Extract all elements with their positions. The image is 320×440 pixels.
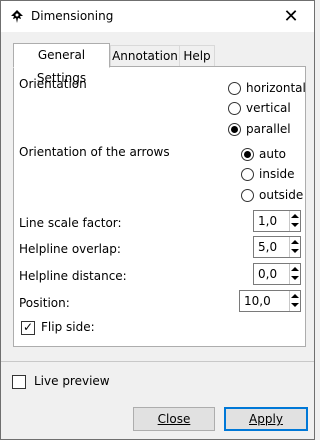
live-preview-checkbox[interactable]	[12, 375, 26, 389]
helpline-overlap-label: Helpline overlap:	[19, 242, 121, 256]
helpline-distance-spinbox[interactable]: 0,0	[253, 263, 301, 285]
apply-button[interactable]: Apply	[224, 407, 308, 431]
radio-inside-label[interactable]: inside	[259, 167, 295, 181]
line-scale-label: Line scale factor:	[19, 216, 122, 230]
checkmark-icon: ✓	[23, 320, 34, 334]
helpline-distance-label: Helpline distance:	[19, 269, 127, 283]
spin-up-arrow-icon[interactable]	[291, 240, 299, 244]
arrows-orientation-label: Orientation of the arrows	[19, 145, 170, 159]
helpline-distance-value[interactable]: 0,0	[258, 267, 277, 281]
tab-general-settings[interactable]: General Settings	[13, 43, 110, 85]
helpline-distance-spin-buttons[interactable]	[289, 264, 300, 284]
helpline-overlap-spin-buttons[interactable]	[289, 237, 300, 257]
position-value[interactable]: 10,0	[244, 294, 271, 308]
dialog-window: Dimensioning ✕ General Settings Annotati…	[0, 0, 315, 440]
position-spin-buttons[interactable]	[289, 291, 300, 311]
radio-vertical-label[interactable]: vertical	[246, 101, 291, 115]
tab-annotation[interactable]: Annotation	[110, 45, 180, 66]
radio-inside[interactable]	[241, 168, 254, 181]
close-button-label[interactable]: Close	[158, 412, 191, 426]
position-spinbox[interactable]: 10,0	[239, 290, 301, 312]
radio-vertical[interactable]	[228, 102, 241, 115]
close-window-icon[interactable]: ✕	[268, 1, 314, 32]
spin-down-arrow-icon[interactable]	[291, 303, 299, 307]
inkscape-icon	[11, 10, 23, 23]
spin-up-arrow-icon[interactable]	[291, 267, 299, 271]
helpline-overlap-spinbox[interactable]: 5,0	[253, 236, 301, 258]
spin-down-arrow-icon[interactable]	[291, 223, 299, 227]
radio-horizontal[interactable]	[228, 82, 241, 95]
flip-side-checkbox[interactable]: ✓	[21, 320, 35, 335]
position-label: Position:	[19, 296, 70, 310]
general-settings-panel: Orientation horizontal vertical parallel…	[13, 66, 306, 347]
spin-up-arrow-icon[interactable]	[291, 214, 299, 218]
live-preview-label[interactable]: Live preview	[34, 374, 110, 388]
title-bar: Dimensioning ✕	[1, 1, 314, 32]
radio-parallel-label[interactable]: parallel	[246, 122, 291, 136]
line-scale-spin-buttons[interactable]	[289, 211, 300, 231]
spin-up-arrow-icon[interactable]	[291, 294, 299, 298]
tab-help[interactable]: Help	[179, 45, 215, 66]
radio-horizontal-label[interactable]: horizontal	[246, 81, 306, 95]
flip-side-label[interactable]: Flip side:	[41, 320, 95, 334]
footer-separator	[1, 361, 314, 362]
line-scale-value[interactable]: 1,0	[258, 214, 277, 228]
radio-parallel[interactable]	[228, 123, 241, 136]
spin-down-arrow-icon[interactable]	[291, 276, 299, 280]
radio-outside[interactable]	[241, 189, 254, 202]
window-title: Dimensioning	[31, 9, 114, 23]
radio-outside-label[interactable]: outside	[259, 188, 303, 202]
radio-auto[interactable]	[241, 148, 254, 161]
apply-button-label[interactable]: Apply	[249, 412, 283, 426]
line-scale-spinbox[interactable]: 1,0	[253, 210, 301, 232]
spin-down-arrow-icon[interactable]	[291, 249, 299, 253]
helpline-overlap-value[interactable]: 5,0	[258, 240, 277, 254]
close-button[interactable]: Close	[133, 407, 215, 431]
radio-auto-label[interactable]: auto	[259, 147, 286, 161]
